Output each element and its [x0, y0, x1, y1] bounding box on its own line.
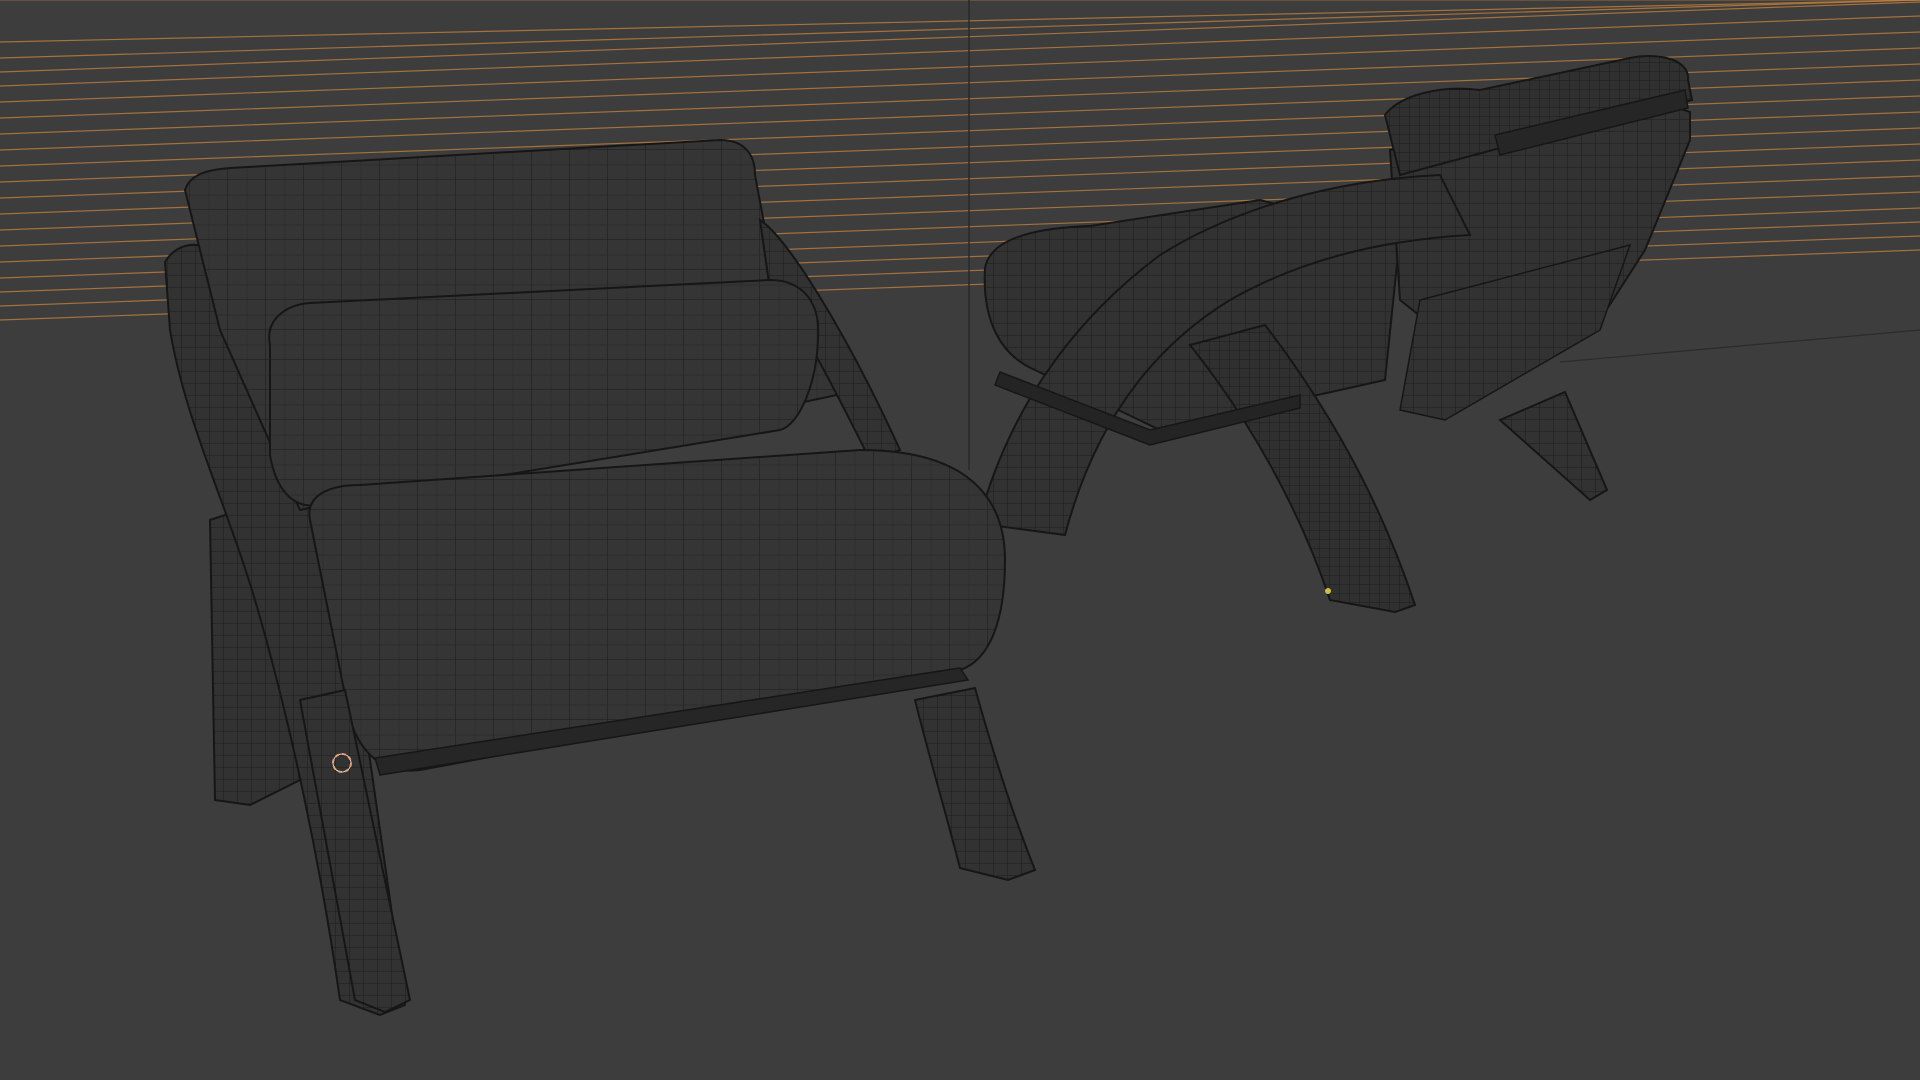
grid-line [0, 0, 1920, 43]
3d-viewport[interactable] [0, 0, 1920, 1080]
armchair-back-rear-leg[interactable] [1498, 390, 1609, 502]
viewport-canvas[interactable] [0, 0, 1920, 1080]
axis-line-diagonal [1559, 329, 1920, 363]
armchair-front[interactable] [163, 138, 1037, 1017]
armchair-back[interactable] [983, 55, 1694, 614]
origin-dot-icon[interactable] [1325, 588, 1331, 594]
grid-line [0, 0, 1920, 59]
armchair-front-front-right-leg[interactable] [913, 686, 1037, 882]
